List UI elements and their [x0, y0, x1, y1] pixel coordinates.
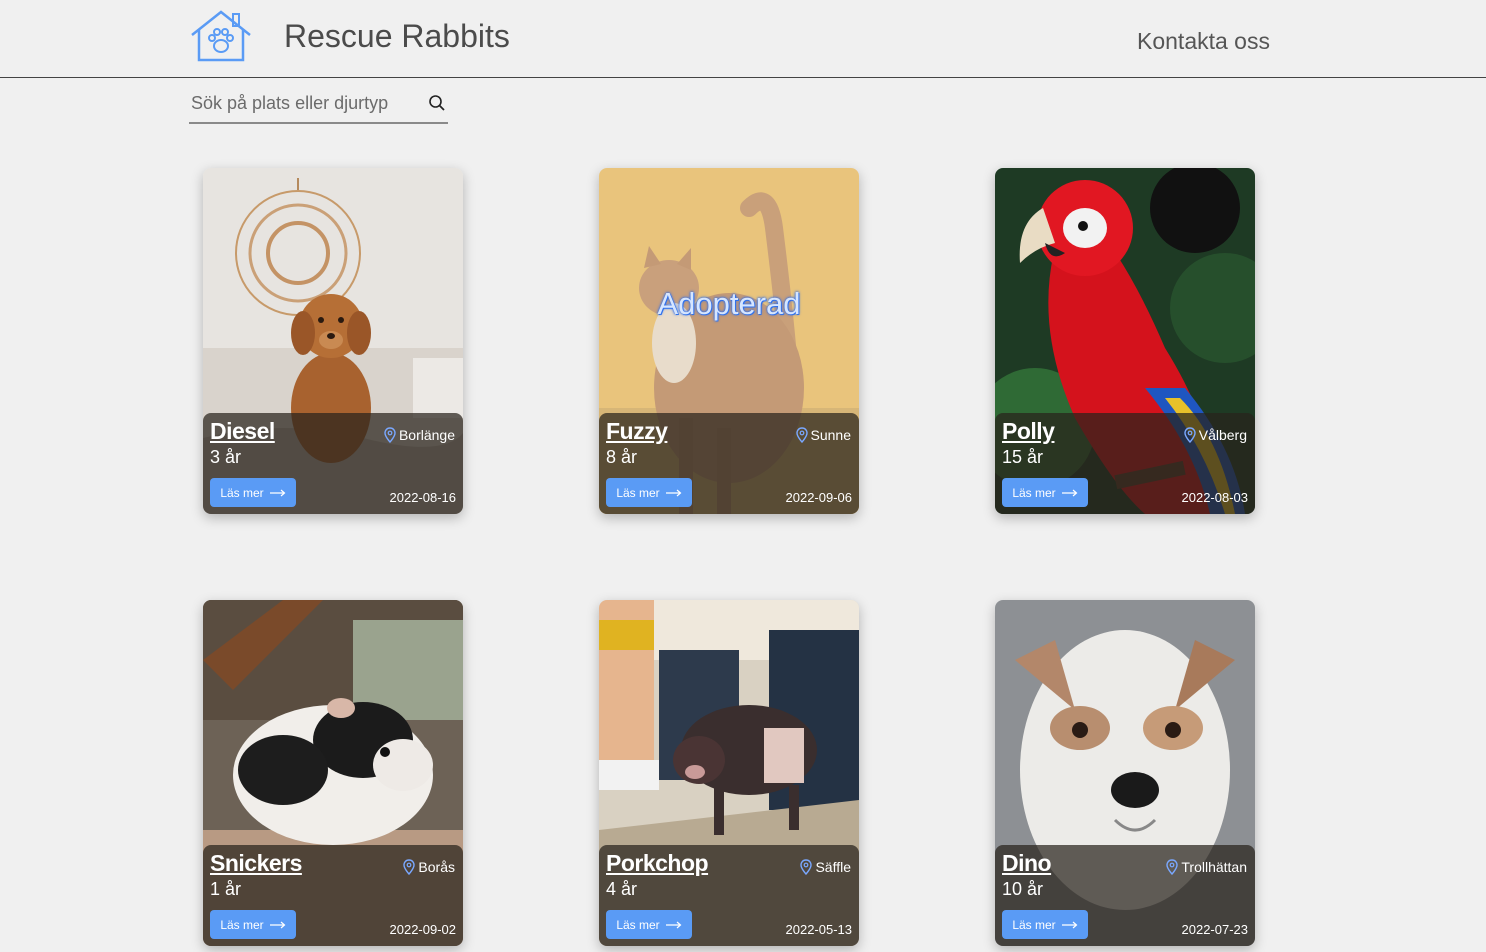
location-label: Borlänge	[398, 427, 455, 443]
pet-location: Säffle	[800, 859, 851, 875]
arrow-right-icon	[1062, 921, 1078, 929]
read-more-label: Läs mer	[1012, 485, 1056, 500]
pet-date: 2022-09-06	[785, 490, 853, 505]
read-more-label: Läs mer	[220, 485, 264, 500]
read-more-button[interactable]: Läs mer	[210, 910, 296, 939]
read-more-button[interactable]: Läs mer	[1002, 910, 1088, 939]
read-more-label: Läs mer	[220, 917, 264, 932]
pet-date: 2022-05-13	[785, 922, 853, 937]
pet-age: 15 år	[1002, 447, 1044, 467]
site-title: Rescue Rabbits	[284, 18, 510, 54]
pet-age: 4 år	[606, 879, 638, 899]
location-pin-icon	[796, 427, 808, 443]
location-label: Vålberg	[1198, 427, 1247, 443]
pet-card[interactable]: Porkchop 4 år Säffle Läs mer 2022-05-13	[599, 600, 859, 946]
pet-name[interactable]: Polly	[1002, 418, 1055, 445]
location-label: Borås	[418, 859, 455, 875]
read-more-button[interactable]: Läs mer	[210, 478, 296, 507]
arrow-right-icon	[666, 921, 682, 929]
pet-name[interactable]: Snickers	[210, 850, 302, 877]
pet-location: Vålberg	[1184, 427, 1247, 443]
location-pin-icon	[403, 859, 415, 875]
search-bar	[189, 88, 448, 124]
pet-name[interactable]: Fuzzy	[606, 418, 668, 445]
location-pin-icon	[800, 859, 812, 875]
search-input[interactable]	[189, 90, 421, 116]
pet-date: 2022-08-03	[1181, 490, 1249, 505]
read-more-button[interactable]: Läs mer	[606, 478, 692, 507]
pet-date: 2022-09-02	[389, 922, 457, 937]
pet-card[interactable]: Snickers 1 år Borås Läs mer 2022-09-02	[203, 600, 463, 946]
read-more-label: Läs mer	[616, 485, 660, 500]
location-pin-icon	[384, 427, 396, 443]
pet-location: Borås	[403, 859, 455, 875]
arrow-right-icon	[270, 921, 286, 929]
read-more-button[interactable]: Läs mer	[606, 910, 692, 939]
location-pin-icon	[1184, 427, 1196, 443]
pet-location: Sunne	[796, 427, 851, 443]
adopted-label: Adopterad	[657, 286, 801, 321]
pet-age: 3 år	[210, 447, 242, 467]
read-more-label: Läs mer	[616, 917, 660, 932]
pet-age: 10 år	[1002, 879, 1044, 899]
house-paw-icon[interactable]	[188, 8, 254, 62]
pet-card[interactable]: Polly 15 år Vålberg Läs mer 2022-08-03	[995, 168, 1255, 514]
pet-card[interactable]: Dino 10 år Trollhättan Läs mer 2022-07-2…	[995, 600, 1255, 946]
pet-card[interactable]: Adopterad Fuzzy 8 år Sunne Läs mer 2022-…	[599, 168, 859, 514]
search-icon[interactable]	[428, 94, 446, 112]
site-header: Rescue Rabbits Kontakta oss	[0, 0, 1486, 78]
pet-name[interactable]: Diesel	[210, 418, 275, 445]
arrow-right-icon	[270, 489, 286, 497]
pet-age: 1 år	[210, 879, 242, 899]
pet-name[interactable]: Dino	[1002, 850, 1052, 877]
read-more-button[interactable]: Läs mer	[1002, 478, 1088, 507]
location-label: Säffle	[815, 859, 851, 875]
read-more-label: Läs mer	[1012, 917, 1056, 932]
arrow-right-icon	[666, 489, 682, 497]
location-pin-icon	[1166, 859, 1178, 875]
contact-link[interactable]: Kontakta oss	[1137, 28, 1270, 55]
pet-age: 8 år	[606, 447, 638, 467]
pet-location: Borlänge	[384, 427, 455, 443]
pet-date: 2022-07-23	[1181, 922, 1249, 937]
arrow-right-icon	[1062, 489, 1078, 497]
location-label: Trollhättan	[1181, 859, 1247, 875]
location-label: Sunne	[810, 427, 851, 443]
pet-date: 2022-08-16	[389, 490, 457, 505]
pet-card[interactable]: Diesel 3 år Borlänge Läs mer 2022-08-16	[203, 168, 463, 514]
pet-location: Trollhättan	[1166, 859, 1247, 875]
pet-name[interactable]: Porkchop	[606, 850, 709, 877]
